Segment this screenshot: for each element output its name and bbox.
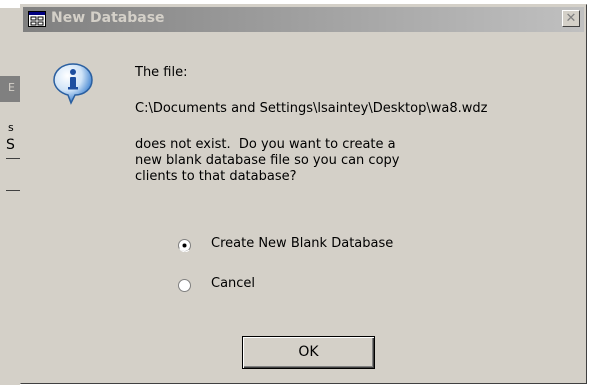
background-window: E s S <box>0 0 20 385</box>
dialog-title: New Database <box>51 10 165 26</box>
new-database-dialog: New Database ✕ The file: C:\Documents an… <box>20 4 587 384</box>
message-line: The file: <box>135 65 188 80</box>
background-window-bar: E <box>0 76 20 102</box>
ok-button-label: OK <box>298 344 319 360</box>
background-window-divider <box>6 190 20 191</box>
ok-button[interactable]: OK <box>242 336 375 369</box>
background-window-text: s <box>8 121 14 134</box>
background-window-divider <box>6 158 20 159</box>
info-icon <box>51 61 95 105</box>
option-label: Cancel <box>211 276 256 291</box>
background-window-text: S <box>6 137 15 153</box>
title-bar[interactable]: New Database ✕ <box>23 7 584 32</box>
radio-unselected-icon[interactable] <box>178 277 191 292</box>
background-window-top <box>0 0 20 8</box>
message-body: does not exist. Do you want to create a … <box>135 137 400 184</box>
close-icon: ✕ <box>565 11 577 26</box>
background-window-text: E <box>8 81 15 94</box>
file-path: C:\Documents and Settings\lsaintey\Deskt… <box>135 101 488 116</box>
option-label: Create New Blank Database <box>211 236 394 251</box>
radio-selected-icon[interactable] <box>178 237 191 253</box>
database-window-icon <box>28 11 46 27</box>
close-button[interactable]: ✕ <box>562 10 580 27</box>
